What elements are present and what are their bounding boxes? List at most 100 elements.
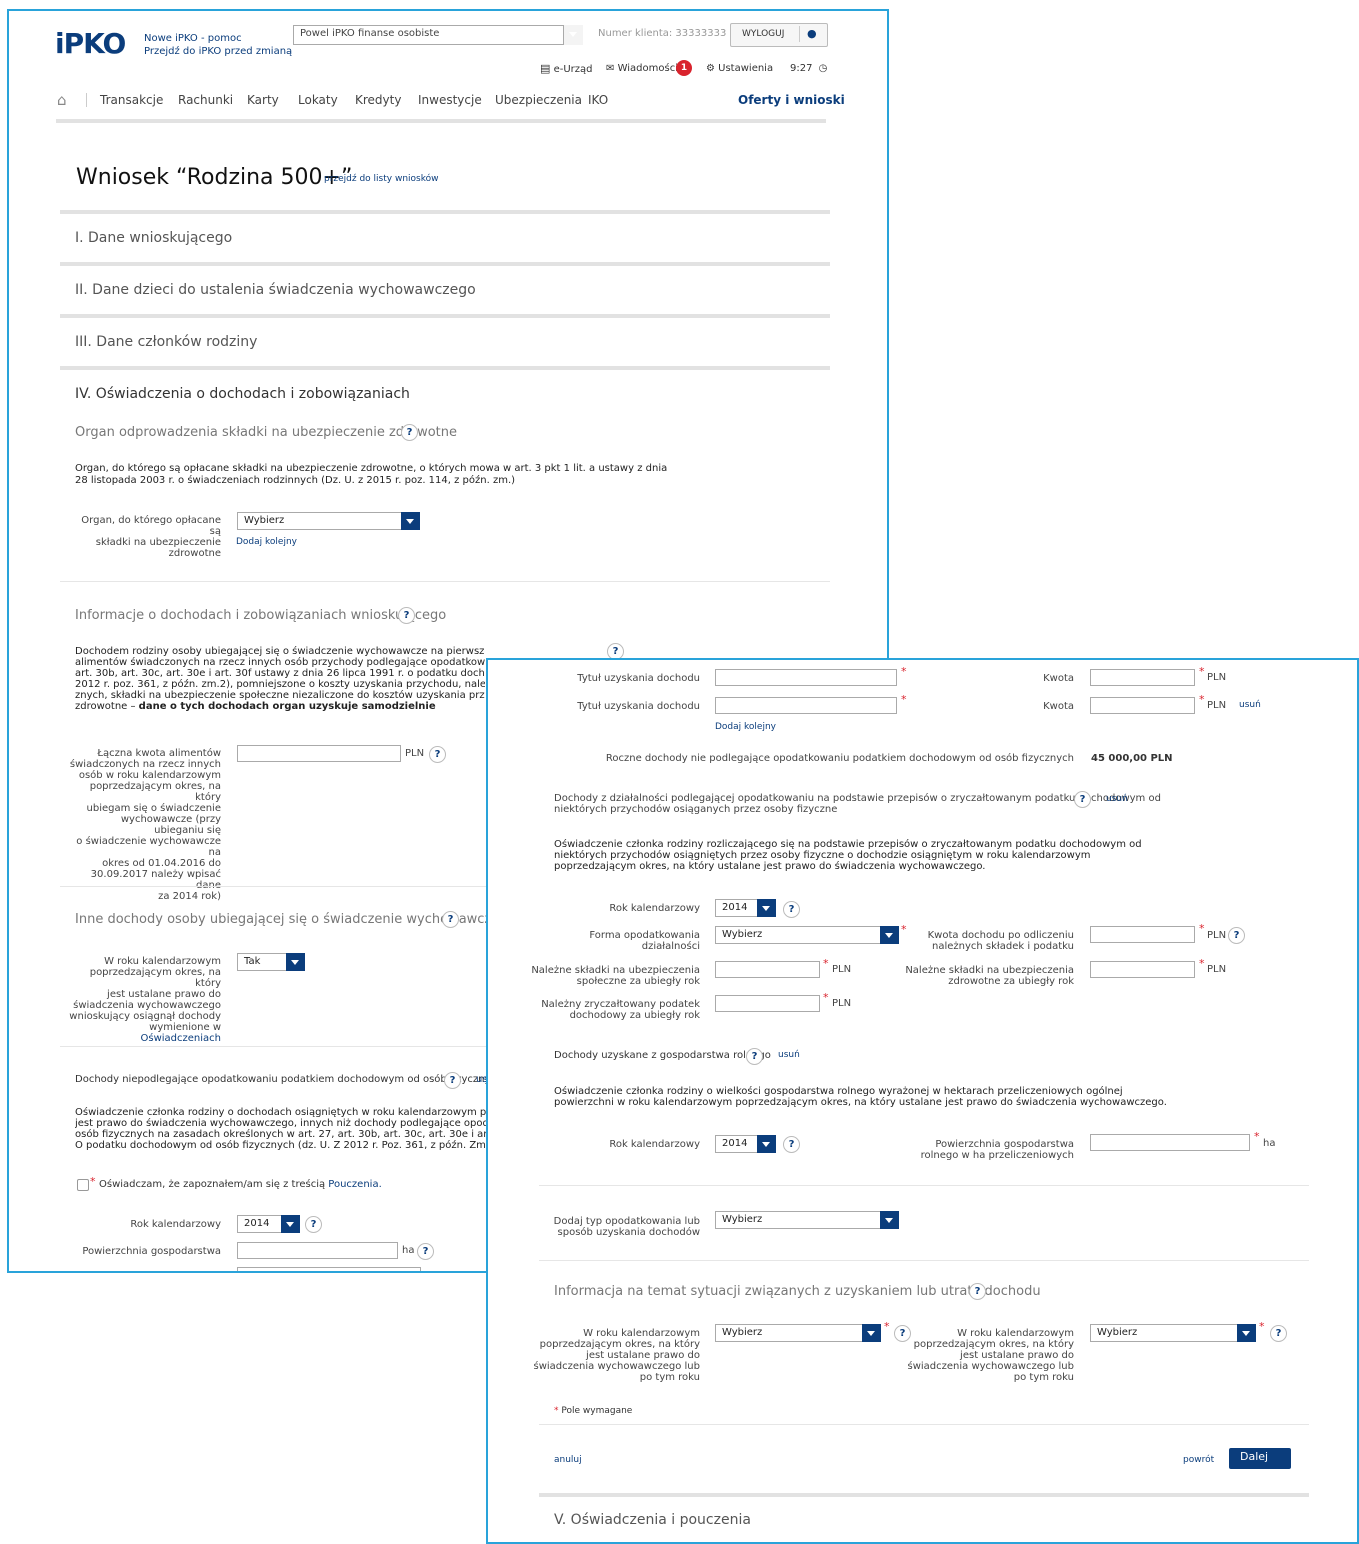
social-contrib-label-line: społeczne za ubiegły rok [576,976,700,987]
section-1-header[interactable]: I. Dane wnioskującego [75,230,232,246]
help-icon[interactable]: ? [398,607,415,624]
help-icon[interactable]: ? [442,911,459,928]
switch-old-ipko-link[interactable]: Przejdź do iPKO przed zmianą [144,46,292,57]
situation-label-line: jest ustalane prawo do [960,1350,1074,1361]
help-icon[interactable]: ? [401,424,418,441]
other-income-label-line: poprzedzającym okres, na który [89,967,221,989]
building-icon: ▤ [540,62,551,75]
untaxed-text: Oświadczenie członka rodziny o dochodach… [75,1107,487,1151]
health-contrib-input[interactable] [1090,961,1195,978]
help-icon[interactable]: ? [783,901,800,918]
section-3-header[interactable]: III. Dane członków rodziny [75,334,257,350]
cancel-link[interactable]: anuluj [554,1455,582,1466]
remove-link[interactable]: usuń [1106,794,1128,805]
nav-iko[interactable]: IKO [588,93,608,107]
other-income-label: W roku kalendarzowym poprzedzającym okre… [69,956,221,1044]
alimony-label-line: okres od 01.04.2016 do [102,858,221,869]
nav-lokaty[interactable]: Lokaty [298,93,338,107]
messages-label: Wiadomości [617,63,678,74]
tax-form-select[interactable]: Wybierz [715,926,899,944]
back-link[interactable]: powrót [1183,1455,1214,1466]
organ-select[interactable]: Wybierz [237,512,420,530]
situation-select-left[interactable]: Wybierz [715,1324,881,1342]
situation-select-right[interactable]: Wybierz [1090,1324,1256,1342]
nav-kredyty[interactable]: Kredyty [355,93,401,107]
add-type-select[interactable]: Wybierz [715,1211,899,1229]
help-icon[interactable]: ? [1074,791,1091,808]
add-income-title-link[interactable]: Dodaj kolejny [715,722,776,733]
help-link[interactable]: Nowe iPKO - pomoc [144,33,242,44]
net-income-label-line: należnych składek i podatku [932,941,1074,952]
nav-rachunki[interactable]: Rachunki [178,93,233,107]
year-value: 2014 [722,902,748,913]
messages-link[interactable]: ✉ Wiadomości [606,63,678,74]
alimony-label-line: osób w roku kalendarzowym [78,770,221,781]
instructions-link[interactable]: Pouczenia. [328,1179,381,1190]
remove-link[interactable]: usuń [1239,700,1261,711]
chevron-down-icon [563,25,583,45]
declaration-checkbox[interactable] [77,1179,89,1191]
situation-label-right: W roku kalendarzowym poprzedzającym okre… [902,1328,1074,1383]
lump-tax-input[interactable] [715,995,820,1012]
add-organ-link[interactable]: Dodaj kolejny [236,537,297,548]
help-icon[interactable]: ? [969,1283,986,1300]
farm-area-input[interactable] [237,1242,398,1259]
untaxed-text-line: Oświadczenie członka rodziny o dochodach… [75,1107,487,1118]
income-title-input[interactable] [715,697,897,714]
nav-karty[interactable]: Karty [247,93,279,107]
tax-form-label: Forma opodatkowania działalności [548,930,700,952]
section-5-header[interactable]: V. Oświadczenia i pouczenia [554,1512,751,1528]
eurzad-link[interactable]: ▤ e-Urząd [540,63,593,75]
amount-input[interactable] [1090,669,1195,686]
next-button[interactable]: Dalej [1229,1448,1291,1469]
year-select[interactable]: 2014 [715,899,776,917]
help-icon[interactable]: ? [429,746,446,763]
nav-offers[interactable]: Oferty i wnioski [738,93,845,107]
nav-transakcje[interactable]: Transakcje [100,93,163,107]
organ-label-line: zdrowotne [168,548,221,559]
search-select[interactable]: Powel iPKO finanse osobiste [293,25,583,45]
income-text-line: Dochodem rodziny osoby ubiegającej się o… [75,646,485,657]
income-title-input[interactable] [715,669,897,686]
alimony-amount-input[interactable] [237,745,401,762]
currency-pln: PLN [1207,930,1227,941]
alimony-label-line: 30.09.2017 należy wpisać dane [90,869,221,891]
other-income-select[interactable]: Tak [237,953,305,971]
social-contrib-input[interactable] [715,961,820,978]
help-icon[interactable]: ? [1270,1325,1287,1342]
other-income-heading: Inne dochody osoby ubiegającej się o świ… [75,912,500,927]
partial-input[interactable] [237,1267,421,1271]
section-2-header[interactable]: II. Dane dzieci do ustalenia świadczenia… [75,282,476,298]
chevron-down-icon [401,512,420,530]
chevron-down-icon [757,1135,776,1153]
currency-pln: PLN [1207,672,1227,683]
help-icon[interactable]: ? [1228,927,1245,944]
chevron-down-icon [880,1211,899,1229]
nav-ubezpieczenia[interactable]: Ubezpieczenia [495,93,582,107]
net-income-input[interactable] [1090,926,1195,943]
help-icon[interactable]: ? [746,1048,763,1065]
unit-ha: ha [1263,1138,1276,1149]
settings-link[interactable]: ⚙ Ustawienia [706,63,773,74]
remove-link[interactable]: usuń [778,1050,800,1061]
ipko-logo: iPKO [55,27,126,60]
help-icon[interactable]: ? [783,1136,800,1153]
amount-input[interactable] [1090,697,1195,714]
applications-list-link[interactable]: przejdź do listy wniosków [324,174,438,185]
gear-icon: ⚙ [706,63,715,74]
alimony-label-line: o świadczenie wychowawcze na [76,836,221,858]
declaration-text: Oświadczam, że zapoznałem/am się z treśc… [99,1179,382,1190]
year-select[interactable]: 2014 [715,1135,776,1153]
nav-inwestycje[interactable]: Inwestycje [418,93,482,107]
amount-label: Kwota [1043,701,1074,712]
declarations-link[interactable]: Oświadczeniach [141,1033,222,1044]
other-income-label-line: wymienione w [149,1022,221,1033]
help-icon[interactable]: ? [305,1216,322,1233]
help-icon[interactable]: ? [444,1072,461,1089]
home-icon[interactable]: ⌂ [57,91,67,109]
help-icon[interactable]: ? [417,1243,434,1260]
year-select[interactable]: 2014 [237,1215,300,1233]
year-value: 2014 [244,1218,270,1229]
farm-area-input[interactable] [1090,1134,1250,1151]
logout-button[interactable]: WYLOGUJ ● [730,23,828,47]
